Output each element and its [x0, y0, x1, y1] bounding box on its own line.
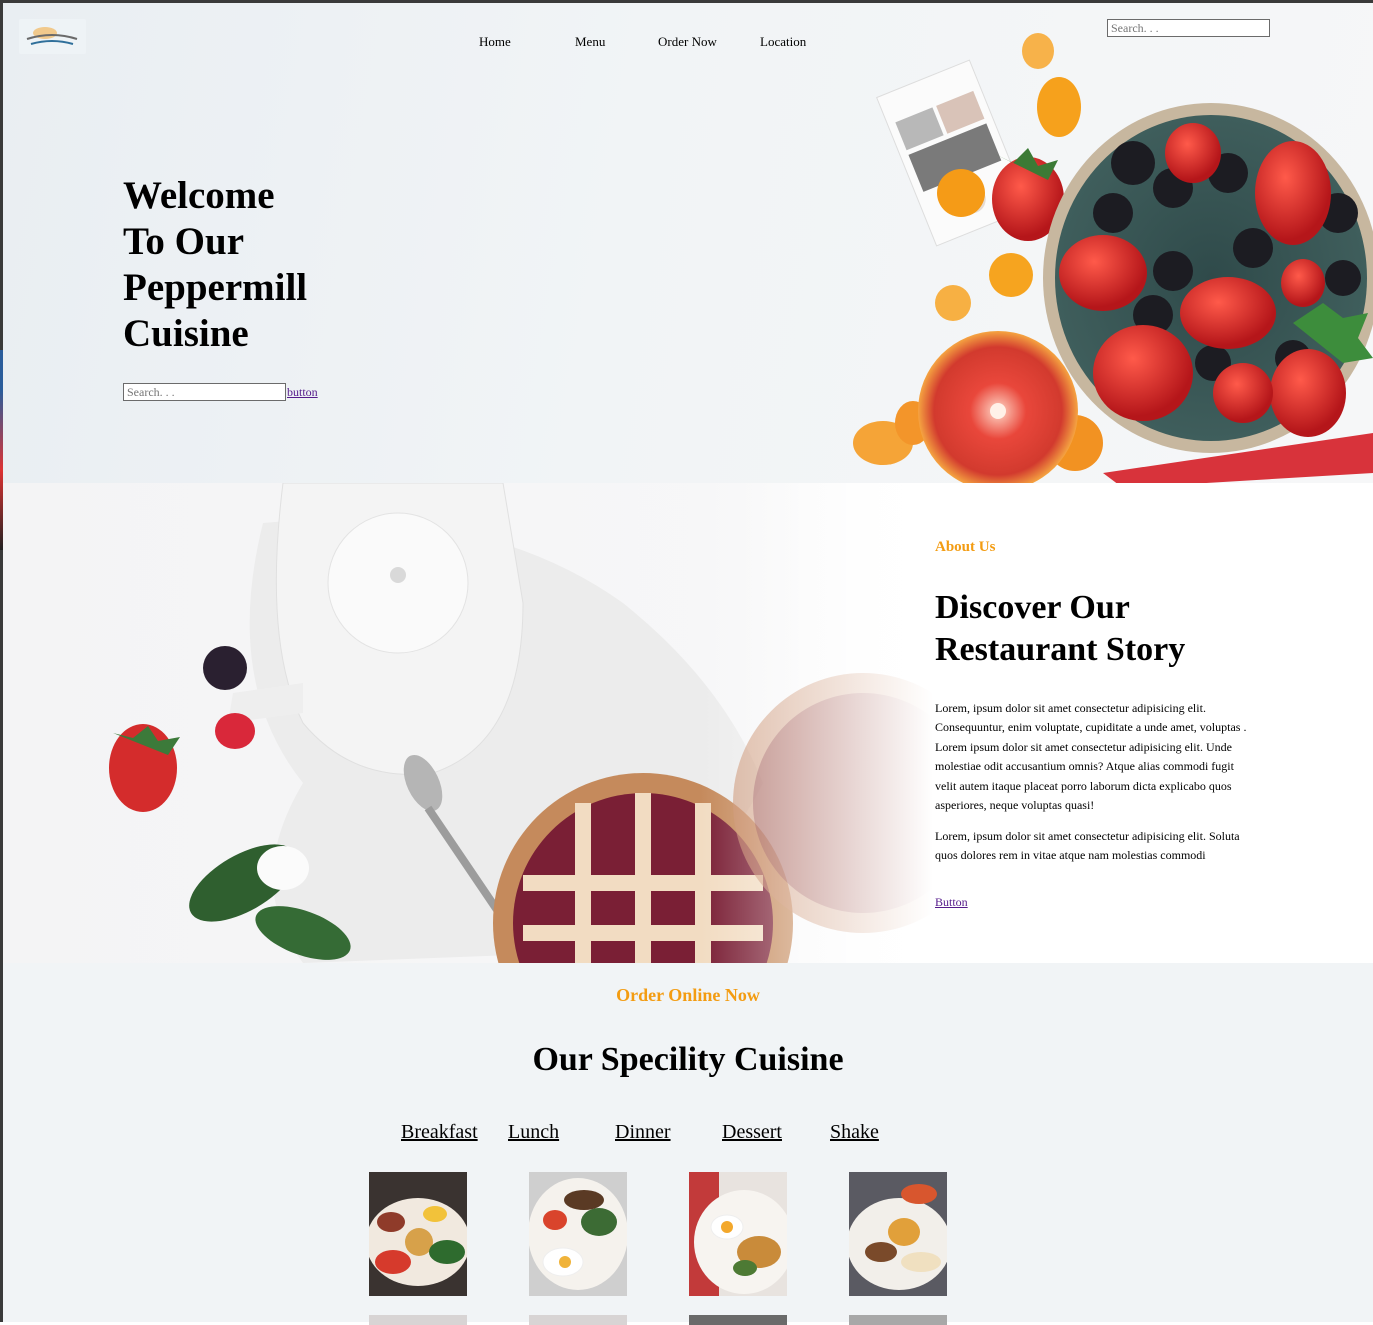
nav-order-now-link[interactable]: Order Now — [658, 34, 717, 50]
dish-card-partial — [369, 1315, 467, 1325]
hero-title-line-3: Peppermill — [123, 266, 308, 309]
hero-title: Welcome To Our Peppermill Cuisine — [123, 173, 383, 357]
about-title-line-2: Restaurant Story — [935, 631, 1186, 668]
about-eyebrow: About Us — [935, 539, 996, 555]
hero-section: Home Menu Order Now Location Welcome To … — [3, 3, 1373, 483]
dish-image — [529, 1172, 627, 1296]
dish-card-partial — [529, 1315, 627, 1325]
hero-title-line-1: Welcome — [123, 174, 275, 217]
hero-search-button[interactable]: button — [287, 385, 318, 400]
logo-icon — [26, 27, 78, 45]
about-teapot-pie-image — [3, 483, 933, 963]
nav-home-link[interactable]: Home — [479, 34, 511, 50]
order-online-eyebrow: Order Online Now — [616, 985, 760, 1005]
specialty-section: Order Online Now Our Specility Cuisine B… — [3, 963, 1373, 1325]
tab-shake[interactable]: Shake — [830, 1121, 879, 1144]
nav-location-link[interactable]: Location — [760, 34, 806, 50]
hero-search-input[interactable] — [123, 383, 286, 401]
specialty-title: Our Specility Cuisine — [532, 1041, 844, 1078]
tab-dinner[interactable]: Dinner — [615, 1121, 671, 1144]
dish-card-partial — [689, 1315, 787, 1325]
dish-image — [369, 1172, 467, 1296]
dish-card[interactable] — [369, 1172, 467, 1296]
about-paragraph-2: Lorem, ipsum dolor sit amet consectetur … — [935, 829, 1240, 863]
hero-title-line-4: Cuisine — [123, 312, 249, 355]
dish-image — [689, 1172, 787, 1296]
site-logo[interactable] — [19, 19, 86, 54]
hero-title-line-2: To Our — [123, 220, 245, 263]
dish-card[interactable] — [529, 1172, 627, 1296]
about-title: Discover Our Restaurant Story — [935, 587, 1295, 671]
nav-menu-link[interactable]: Menu — [575, 34, 605, 50]
dish-image — [849, 1172, 947, 1296]
about-title-line-1: Discover Our — [935, 589, 1130, 626]
tab-lunch[interactable]: Lunch — [508, 1121, 559, 1144]
header-search-input[interactable] — [1107, 19, 1270, 37]
tab-dessert[interactable]: Dessert — [722, 1121, 782, 1144]
dish-card[interactable] — [689, 1172, 787, 1296]
dish-card-partial — [849, 1315, 947, 1325]
about-section: About Us Discover Our Restaurant Story L… — [3, 483, 1373, 963]
about-paragraph-1: Lorem, ipsum dolor sit amet consectetur … — [935, 701, 1247, 813]
dish-card[interactable] — [849, 1172, 947, 1296]
about-button[interactable]: Button — [935, 895, 968, 910]
tab-breakfast[interactable]: Breakfast — [401, 1121, 478, 1144]
